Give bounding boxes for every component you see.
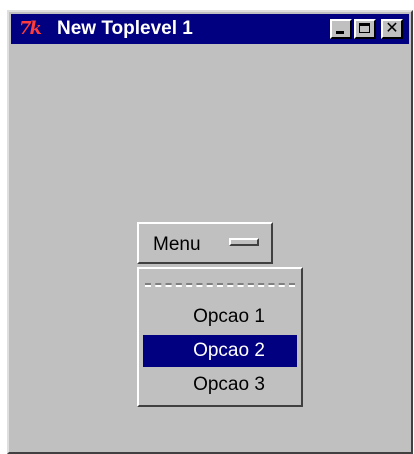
close-icon: ✕ xyxy=(385,18,399,37)
title-bar[interactable]: 7k New Toplevel 1 ✕ xyxy=(11,14,409,44)
menu-item-opcao-1[interactable]: Opcao 1 xyxy=(143,301,297,333)
maximize-button[interactable] xyxy=(354,19,376,39)
menubutton-indicator-icon xyxy=(229,238,259,246)
menu-button[interactable]: Menu xyxy=(137,222,273,264)
tk-logo-icon[interactable]: 7k xyxy=(19,19,53,39)
toplevel-window: 7k New Toplevel 1 ✕ Menu Opcao 1 Opcao 2… xyxy=(7,10,413,454)
minimize-icon xyxy=(336,31,344,34)
menu-item-opcao-3[interactable]: Opcao 3 xyxy=(143,369,297,401)
tearoff-line[interactable] xyxy=(145,285,295,287)
maximize-icon xyxy=(359,23,370,33)
close-button[interactable]: ✕ xyxy=(381,19,403,39)
dropdown-menu: Opcao 1 Opcao 2 Opcao 3 xyxy=(137,267,303,407)
menu-item-opcao-2[interactable]: Opcao 2 xyxy=(143,335,297,367)
window-title: New Toplevel 1 xyxy=(57,18,193,39)
menu-button-label: Menu xyxy=(153,234,201,255)
minimize-button[interactable] xyxy=(330,19,352,39)
